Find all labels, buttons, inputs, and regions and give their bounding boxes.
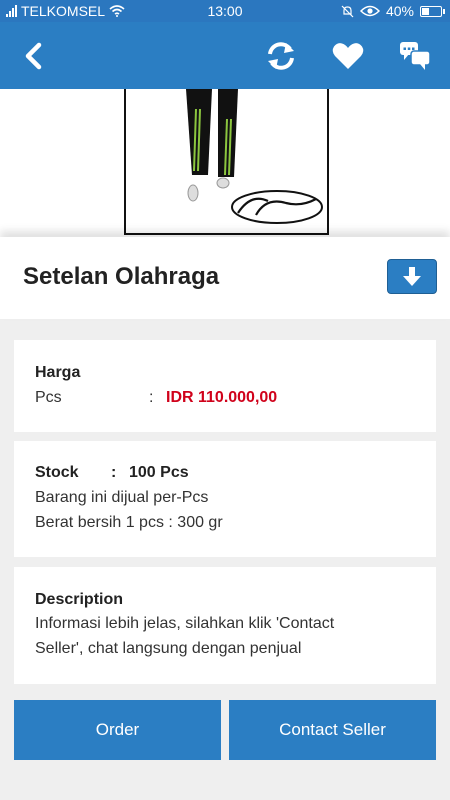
description-card: Description Informasi lebih jelas, silah…: [14, 567, 436, 684]
product-photo: [124, 89, 329, 235]
stock-card: Stock : 100 Pcs Barang ini dijual per-Pc…: [14, 441, 436, 557]
price-separator: :: [149, 389, 154, 406]
price-value: IDR 110.000,00: [166, 389, 278, 406]
stock-label: Stock: [35, 464, 79, 481]
stock-value: 100 Pcs: [129, 464, 189, 481]
price-card: Harga Pcs : IDR 110.000,00: [14, 340, 436, 432]
stock-weight: Berat bersih 1 pcs : 300 gr: [35, 514, 223, 531]
price-unit: Pcs: [35, 389, 62, 406]
product-image-area: [0, 89, 450, 237]
refresh-icon[interactable]: [264, 39, 298, 73]
description-line-1: Informasi lebih jelas, silahkan klik 'Co…: [35, 615, 335, 632]
bell-muted-icon: [341, 5, 354, 17]
product-title: Setelan Olahraga: [23, 263, 220, 290]
download-button[interactable]: [387, 259, 437, 294]
back-arrow-icon[interactable]: [18, 40, 50, 72]
tracksuit-pants-image: [186, 89, 323, 224]
contact-seller-button[interactable]: Contact Seller: [229, 700, 436, 760]
stock-separator: :: [111, 464, 117, 481]
description-line-2: Seller', chat langsung dengan penjual: [35, 640, 302, 657]
eye-icon: [359, 5, 380, 17]
price-label: Harga: [35, 364, 81, 381]
heart-icon[interactable]: [331, 39, 365, 73]
chat-icon[interactable]: [398, 39, 432, 73]
status-bar: TELKOMSEL 13:00 40%: [0, 0, 450, 22]
order-button[interactable]: Order: [14, 700, 221, 760]
status-right: 40%: [341, 3, 445, 19]
app-bar: [0, 22, 450, 89]
stock-sale-unit: Barang ini dijual per-Pcs: [35, 489, 209, 506]
battery-percent: 40%: [385, 3, 414, 19]
download-arrow-icon: [403, 267, 421, 286]
description-label: Description: [35, 591, 124, 608]
product-title-bar: Setelan Olahraga: [0, 237, 450, 319]
battery-icon: [420, 5, 445, 17]
